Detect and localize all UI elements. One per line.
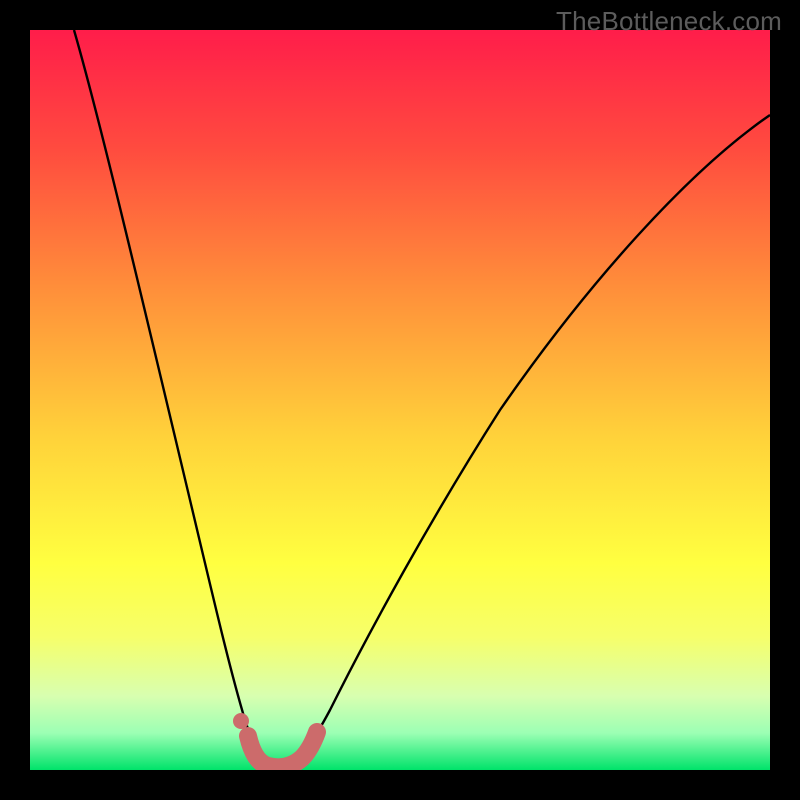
- optimal-marker-dot: [233, 713, 249, 729]
- bottleneck-chart: [30, 30, 770, 770]
- chart-svg: [30, 30, 770, 770]
- watermark-text: TheBottleneck.com: [556, 6, 782, 37]
- heat-background: [30, 30, 770, 770]
